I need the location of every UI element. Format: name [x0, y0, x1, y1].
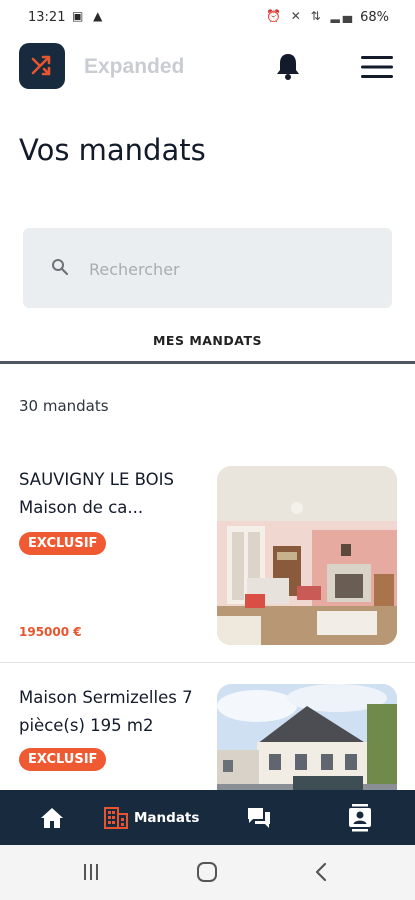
tab-mes-mandats[interactable]: MES MANDATS	[0, 320, 415, 364]
mandate-price: 195000 €	[19, 625, 82, 639]
hamburger-icon	[361, 56, 393, 78]
mandate-card[interactable]: SAUVIGNY LE BOIS Maison de ca... EXCLUSI…	[0, 466, 415, 646]
search-icon	[52, 259, 69, 276]
status-time: 13:21	[28, 10, 66, 25]
house-exterior-photo	[217, 684, 397, 790]
mandate-card[interactable]: Maison Sermizelles 7 pièce(s) 195 m2 EXC…	[0, 684, 415, 790]
recents-icon[interactable]	[81, 862, 101, 882]
menu-button[interactable]	[360, 54, 394, 80]
card-divider	[0, 662, 415, 663]
search-box[interactable]	[23, 228, 392, 308]
exclusive-badge: EXCLUSIF	[19, 748, 107, 771]
mandate-title: SAUVIGNY LE BOIS Maison de ca...	[19, 470, 174, 517]
building-icon	[104, 806, 128, 829]
back-icon[interactable]	[312, 862, 332, 882]
bell-icon	[277, 54, 299, 80]
chat-icon	[248, 807, 270, 828]
living-room-photo	[217, 466, 397, 645]
app-header: Expanded	[0, 36, 415, 100]
home-icon	[41, 807, 63, 828]
system-navigation-bar	[0, 845, 415, 900]
home-circle-icon[interactable]	[196, 862, 218, 882]
exclusive-badge: EXCLUSIF	[19, 532, 107, 555]
bottom-navigation: Mandats	[0, 790, 415, 845]
notification-bell-button[interactable]	[274, 51, 302, 81]
contact-icon	[349, 803, 371, 831]
mandate-title: Maison Sermizelles 7 pièce(s) 195 m2	[19, 688, 193, 735]
system-status-icons: ⏰ ✕ ⇅ ▂▄	[266, 9, 355, 23]
nav-contacts[interactable]	[348, 790, 372, 845]
app-name: Expanded	[84, 55, 185, 78]
tab-label: MES MANDATS	[152, 333, 262, 348]
tab-indicator	[0, 361, 415, 364]
shuffle-logo-icon	[31, 55, 51, 76]
nav-mandats-label: Mandats	[134, 809, 200, 826]
nav-messages[interactable]	[246, 790, 272, 845]
nav-mandats[interactable]: Mandats	[104, 790, 199, 845]
page-title: Vos mandats	[19, 133, 206, 167]
app-logo[interactable]	[19, 43, 65, 89]
status-bar: 13:21 ▣ ▲ ⏰ ✕ ⇅ ▂▄ 68%	[0, 0, 415, 36]
search-input[interactable]	[87, 255, 371, 283]
notification-icons: ▣ ▲	[72, 9, 106, 23]
battery-level: 68%	[360, 10, 389, 25]
nav-home[interactable]	[40, 790, 64, 845]
mandate-count: 30 mandats	[19, 397, 109, 415]
